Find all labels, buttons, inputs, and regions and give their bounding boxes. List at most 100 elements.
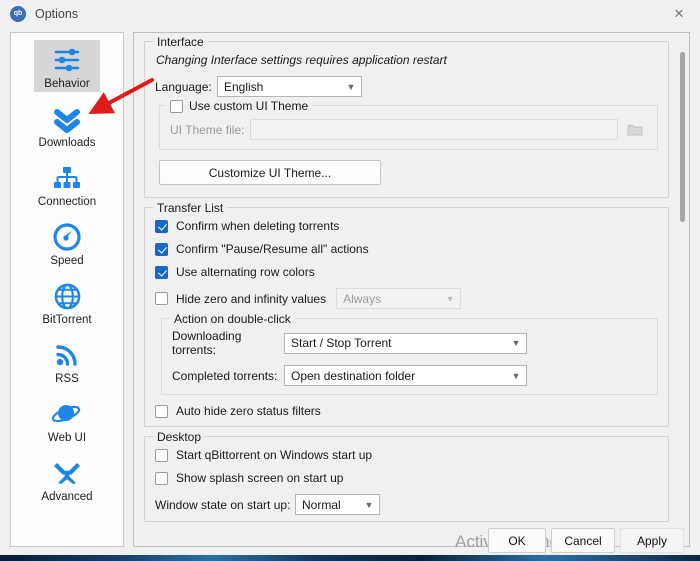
confirm-pause-resume-checkbox[interactable]: Confirm "Pause/Resume all" actions <box>155 242 658 256</box>
desktop-taskbar-strip <box>0 555 700 561</box>
downloading-torrents-row: Downloading torrents: Start / Stop Torre… <box>172 329 647 357</box>
options-dialog-window: Options ✕ <box>0 0 700 561</box>
sidebar-item-behavior[interactable]: Behavior <box>11 33 123 92</box>
window-state-label: Window state on start up: <box>155 497 291 512</box>
rss-icon <box>42 338 92 372</box>
sidebar-item-bittorrent[interactable]: BitTorrent <box>11 269 123 328</box>
checkbox-box <box>170 99 183 113</box>
chevron-down-icon: ▼ <box>511 370 521 381</box>
folder-icon <box>627 124 643 135</box>
interface-group-title: Interface <box>153 35 208 49</box>
desktop-group-title: Desktop <box>153 430 206 444</box>
checkbox-box <box>155 265 168 279</box>
sidebar-item-label: Advanced <box>41 491 93 503</box>
sidebar-item-label: BitTorrent <box>42 314 92 326</box>
network-icon <box>42 161 92 195</box>
downloading-torrents-value: Start / Stop Torrent <box>291 336 392 350</box>
chevron-down-icon: ▼ <box>346 81 356 92</box>
sidebar-item-web-ui[interactable]: Web UI <box>11 387 123 446</box>
speedometer-icon <box>42 220 92 254</box>
confirm-delete-label: Confirm when deleting torrents <box>176 219 340 233</box>
sidebar-item-label: RSS <box>55 373 79 385</box>
start-on-windows-startup-label: Start qBittorrent on Windows start up <box>176 448 373 462</box>
window-state-select[interactable]: Normal ▼ <box>295 494 380 515</box>
checkbox-box <box>155 471 168 485</box>
sidebar-item-label: Connection <box>37 196 97 208</box>
language-select[interactable]: English ▼ <box>217 76 362 97</box>
cancel-button[interactable]: Cancel <box>551 528 615 553</box>
interface-restart-hint: Changing Interface settings requires app… <box>156 53 447 67</box>
show-splash-screen-label: Show splash screen on start up <box>176 471 344 485</box>
confirm-delete-checkbox[interactable]: Confirm when deleting torrents <box>155 219 658 233</box>
close-icon[interactable]: ✕ <box>658 0 700 28</box>
ui-theme-browse-button[interactable] <box>623 118 647 141</box>
dialog-body: Behavior Downloads Connection Speed BitT… <box>0 28 700 561</box>
apply-button[interactable]: Apply <box>620 528 684 553</box>
downloading-torrents-label: Downloading torrents: <box>172 329 242 357</box>
ui-theme-file-input[interactable] <box>250 119 618 140</box>
use-custom-ui-theme-label: Use custom UI Theme <box>189 99 309 113</box>
action-double-click-group: Action on double-click Downloading torre… <box>161 312 658 395</box>
alternating-row-colors-label: Use alternating row colors <box>176 265 315 279</box>
tools-icon <box>42 456 92 490</box>
chevron-down-icon: ▼ <box>445 293 455 304</box>
ui-theme-file-label: UI Theme file: <box>170 122 245 137</box>
sliders-icon <box>42 43 92 77</box>
settings-content-panel: Interface Changing Interface settings re… <box>133 32 690 547</box>
hide-zero-values-value: Always <box>343 291 382 306</box>
title-bar: Options ✕ <box>0 0 700 28</box>
sidebar-item-label: Downloads <box>38 137 96 149</box>
completed-torrents-row: Completed torrents: Open destination fol… <box>172 365 647 386</box>
sidebar-item-connection[interactable]: Connection <box>11 151 123 210</box>
auto-hide-zero-filters-checkbox[interactable]: Auto hide zero status filters <box>155 404 658 418</box>
desktop-group: Desktop Start qBittorrent on Windows sta… <box>144 430 669 522</box>
checkbox-box <box>155 404 168 418</box>
start-on-windows-startup-checkbox[interactable]: Start qBittorrent on Windows start up <box>155 448 658 462</box>
action-double-click-title: Action on double-click <box>170 312 295 326</box>
checkbox-box <box>155 292 168 305</box>
transfer-list-group-title: Transfer List <box>153 201 228 215</box>
checkbox-box <box>155 242 168 256</box>
scrollbar-thumb[interactable] <box>680 52 685 222</box>
window-state-value: Normal <box>302 497 341 512</box>
sidebar-item-label: Web UI <box>47 432 87 444</box>
sidebar-item-downloads[interactable]: Downloads <box>11 92 123 151</box>
customize-ui-theme-button[interactable]: Customize UI Theme... <box>159 160 381 185</box>
chevron-down-icon: ▼ <box>364 499 374 510</box>
checkbox-box <box>155 448 168 462</box>
show-splash-screen-checkbox[interactable]: Show splash screen on start up <box>155 471 658 485</box>
customize-theme-row: Customize UI Theme... <box>155 160 658 185</box>
ok-button[interactable]: OK <box>488 528 546 553</box>
settings-sidebar[interactable]: Behavior Downloads Connection Speed BitT… <box>10 32 124 547</box>
alternating-row-colors-checkbox[interactable]: Use alternating row colors <box>155 265 658 279</box>
settings-scroll-content: Interface Changing Interface settings re… <box>134 33 679 531</box>
hide-zero-values-row[interactable]: Hide zero and infinity values Always ▼ <box>155 288 658 309</box>
ui-theme-file-row: UI Theme file: <box>170 118 647 141</box>
custom-ui-theme-group: Use custom UI Theme UI Theme file: <box>159 99 658 150</box>
sidebar-item-label: Speed <box>50 255 84 267</box>
downloading-torrents-select[interactable]: Start / Stop Torrent ▼ <box>284 332 527 354</box>
transfer-list-group: Transfer List Confirm when deleting torr… <box>144 201 669 427</box>
hide-zero-values-select[interactable]: Always ▼ <box>336 288 462 309</box>
sidebar-item-rss[interactable]: RSS <box>11 328 123 387</box>
completed-torrents-select[interactable]: Open destination folder ▼ <box>284 365 527 386</box>
planet-icon <box>42 397 92 431</box>
content-vertical-scrollbar[interactable] <box>677 34 688 546</box>
sidebar-item-label: Behavior <box>44 78 90 90</box>
sidebar-item-speed[interactable]: Speed <box>11 210 123 269</box>
checkbox-box <box>155 219 168 233</box>
use-custom-ui-theme-checkbox[interactable]: Use custom UI Theme <box>166 99 313 113</box>
confirm-pause-resume-label: Confirm "Pause/Resume all" actions <box>176 242 369 256</box>
hide-zero-values-label: Hide zero and infinity values <box>176 291 327 306</box>
globe-icon <box>42 279 92 313</box>
language-row: Language: English ▼ <box>155 76 658 97</box>
window-title: Options <box>35 7 79 21</box>
double-chevron-down-icon <box>42 102 92 136</box>
language-label: Language: <box>155 79 212 94</box>
interface-group: Interface Changing Interface settings re… <box>144 35 669 198</box>
window-state-row: Window state on start up: Normal ▼ <box>155 494 658 515</box>
qbittorrent-logo-icon <box>10 6 26 22</box>
completed-torrents-value: Open destination folder <box>291 368 416 383</box>
sidebar-item-advanced[interactable]: Advanced <box>11 446 123 505</box>
language-value: English <box>224 79 264 94</box>
